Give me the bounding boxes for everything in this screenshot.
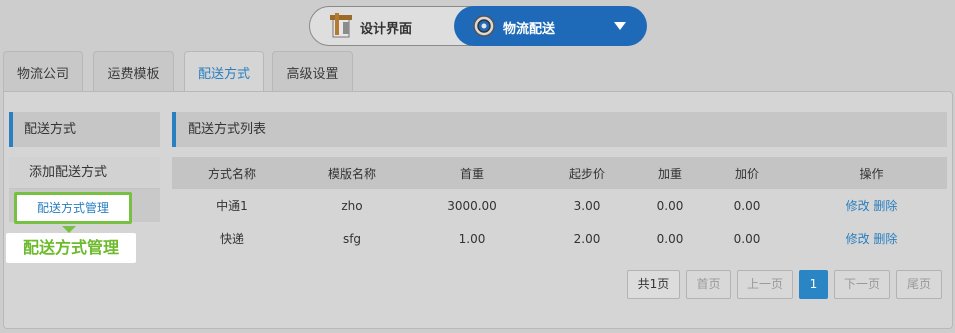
design-tools-icon — [330, 13, 352, 39]
prev-page-button[interactable]: 上一页 — [737, 270, 793, 299]
chevron-down-icon[interactable] — [614, 22, 626, 30]
design-mode-label: 设计界面 — [360, 22, 413, 37]
column-header-actions: 操作 — [796, 157, 947, 189]
edit-link[interactable]: 修改 — [846, 232, 870, 246]
sidebar-item-add-delivery[interactable]: 添加配送方式 — [9, 157, 160, 189]
tab-logistics-company[interactable]: 物流公司 — [3, 51, 83, 92]
cell-first-weight: 1.00 — [458, 231, 486, 246]
cell-add-weight: 0.00 — [656, 231, 684, 246]
tab-delivery-method[interactable]: 配送方式 — [184, 51, 264, 93]
column-header-add-weight: 加重 — [642, 157, 698, 189]
cell-name: 快递 — [219, 232, 244, 246]
edit-link[interactable]: 修改 — [846, 199, 870, 213]
cell-add-price: 0.00 — [733, 231, 761, 246]
tooltip-label: 配送方式管理 — [6, 233, 136, 263]
column-header-template: 模版名称 — [292, 157, 412, 189]
cell-add-price: 0.00 — [733, 198, 761, 213]
column-header-start-price: 起步价 — [532, 157, 642, 189]
cell-add-weight: 0.00 — [656, 198, 684, 213]
cell-template: zho — [341, 198, 363, 213]
delete-link[interactable]: 删除 — [873, 199, 897, 213]
column-header-add-price: 加价 — [698, 157, 796, 189]
cell-start-price: 2.00 — [573, 231, 601, 246]
list-title: 配送方式列表 — [172, 112, 947, 147]
logistics-mode-label: 物流配送 — [503, 22, 556, 37]
current-page-button[interactable]: 1 — [799, 270, 828, 299]
tab-advanced-settings[interactable]: 高级设置 — [272, 51, 353, 92]
cell-start-price: 3.00 — [573, 198, 601, 213]
table-row: 中通1 zho 3000.00 3.00 0.00 0.00 修改 删除 — [172, 189, 947, 222]
logistics-mode-button[interactable]: 物流配送 — [454, 6, 647, 46]
table-header-row: 方式名称 模版名称 首重 起步价 加重 加价 操作 — [172, 157, 947, 189]
mode-switcher: 设计界面 物流配送 — [309, 6, 647, 46]
tab-freight-template[interactable]: 运费模板 — [93, 51, 174, 92]
next-page-button[interactable]: 下一页 — [834, 270, 890, 299]
cell-actions: 修改 删除 — [796, 222, 947, 255]
column-header-first-weight: 首重 — [412, 157, 532, 189]
table-row: 快递 sfg 1.00 2.00 0.00 0.00 修改 删除 — [172, 222, 947, 255]
page-total: 共1页 — [627, 270, 680, 299]
last-page-button[interactable]: 尾页 — [896, 270, 942, 299]
cell-actions: 修改 删除 — [796, 189, 947, 222]
sidebar-title: 配送方式 — [9, 112, 160, 147]
cell-first-weight: 3000.00 — [447, 198, 497, 213]
delivery-method-table: 方式名称 模版名称 首重 起步价 加重 加价 操作 中通1 zho 3000.0… — [172, 157, 947, 255]
cell-template: sfg — [342, 231, 362, 246]
column-header-name: 方式名称 — [172, 157, 292, 189]
cell-name: 中通1 — [216, 199, 248, 213]
highlighted-menu-item[interactable]: 配送方式管理 — [14, 192, 132, 224]
gear-icon — [472, 14, 496, 38]
tooltip-arrow — [62, 226, 76, 233]
delete-link[interactable]: 删除 — [873, 232, 897, 246]
first-page-button[interactable]: 首页 — [686, 270, 731, 299]
design-mode-button[interactable]: 设计界面 — [310, 7, 456, 45]
